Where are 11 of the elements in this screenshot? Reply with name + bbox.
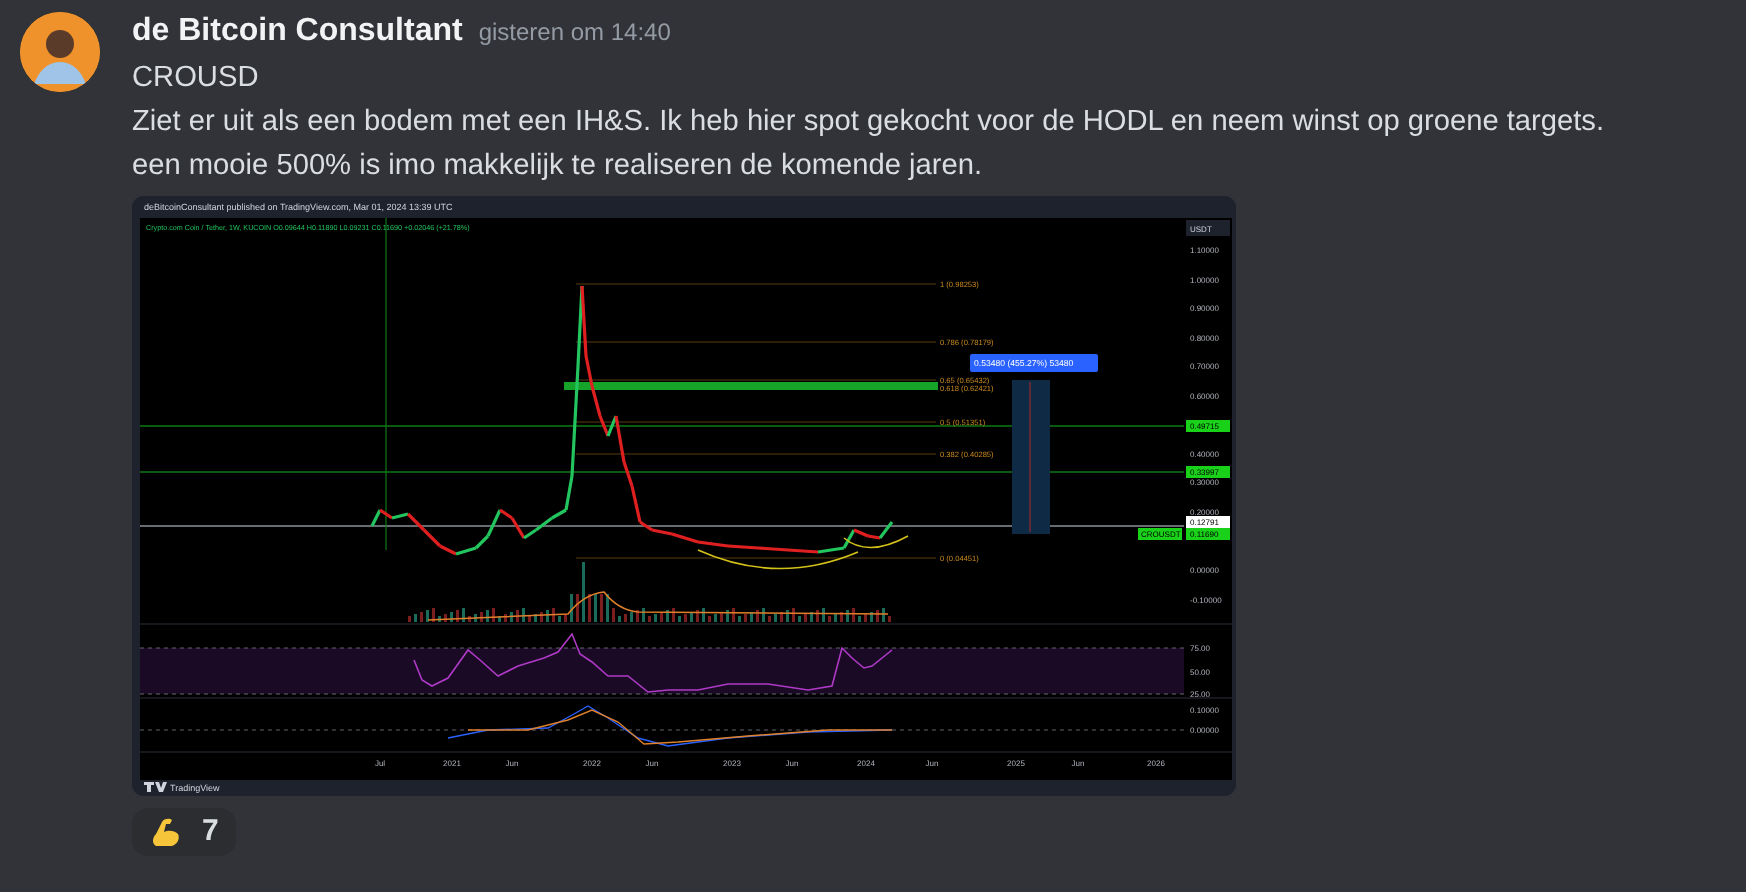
avatar-icon[interactable] xyxy=(20,12,100,92)
author-name[interactable]: de Bitcoin Consultant xyxy=(132,8,463,56)
measure-tag xyxy=(970,354,1098,372)
logo-icon xyxy=(144,782,167,792)
message-text: CROUSD xyxy=(132,60,261,98)
chart-image[interactable] xyxy=(132,196,1236,796)
message-text: Ziet er uit als een bodem met een IH&S. Ik heb hier spot gekocht voor de HODL en neem winst op groene targets. xyxy=(132,104,1605,142)
timestamp: gisteren om 14:40 xyxy=(478,16,671,50)
axis-unit-box xyxy=(1186,220,1230,236)
message-text: een mooie 500% is imo makkelijk te realiseren de komende jaren. xyxy=(132,148,985,186)
reaction-button[interactable]: 7 xyxy=(132,808,237,856)
